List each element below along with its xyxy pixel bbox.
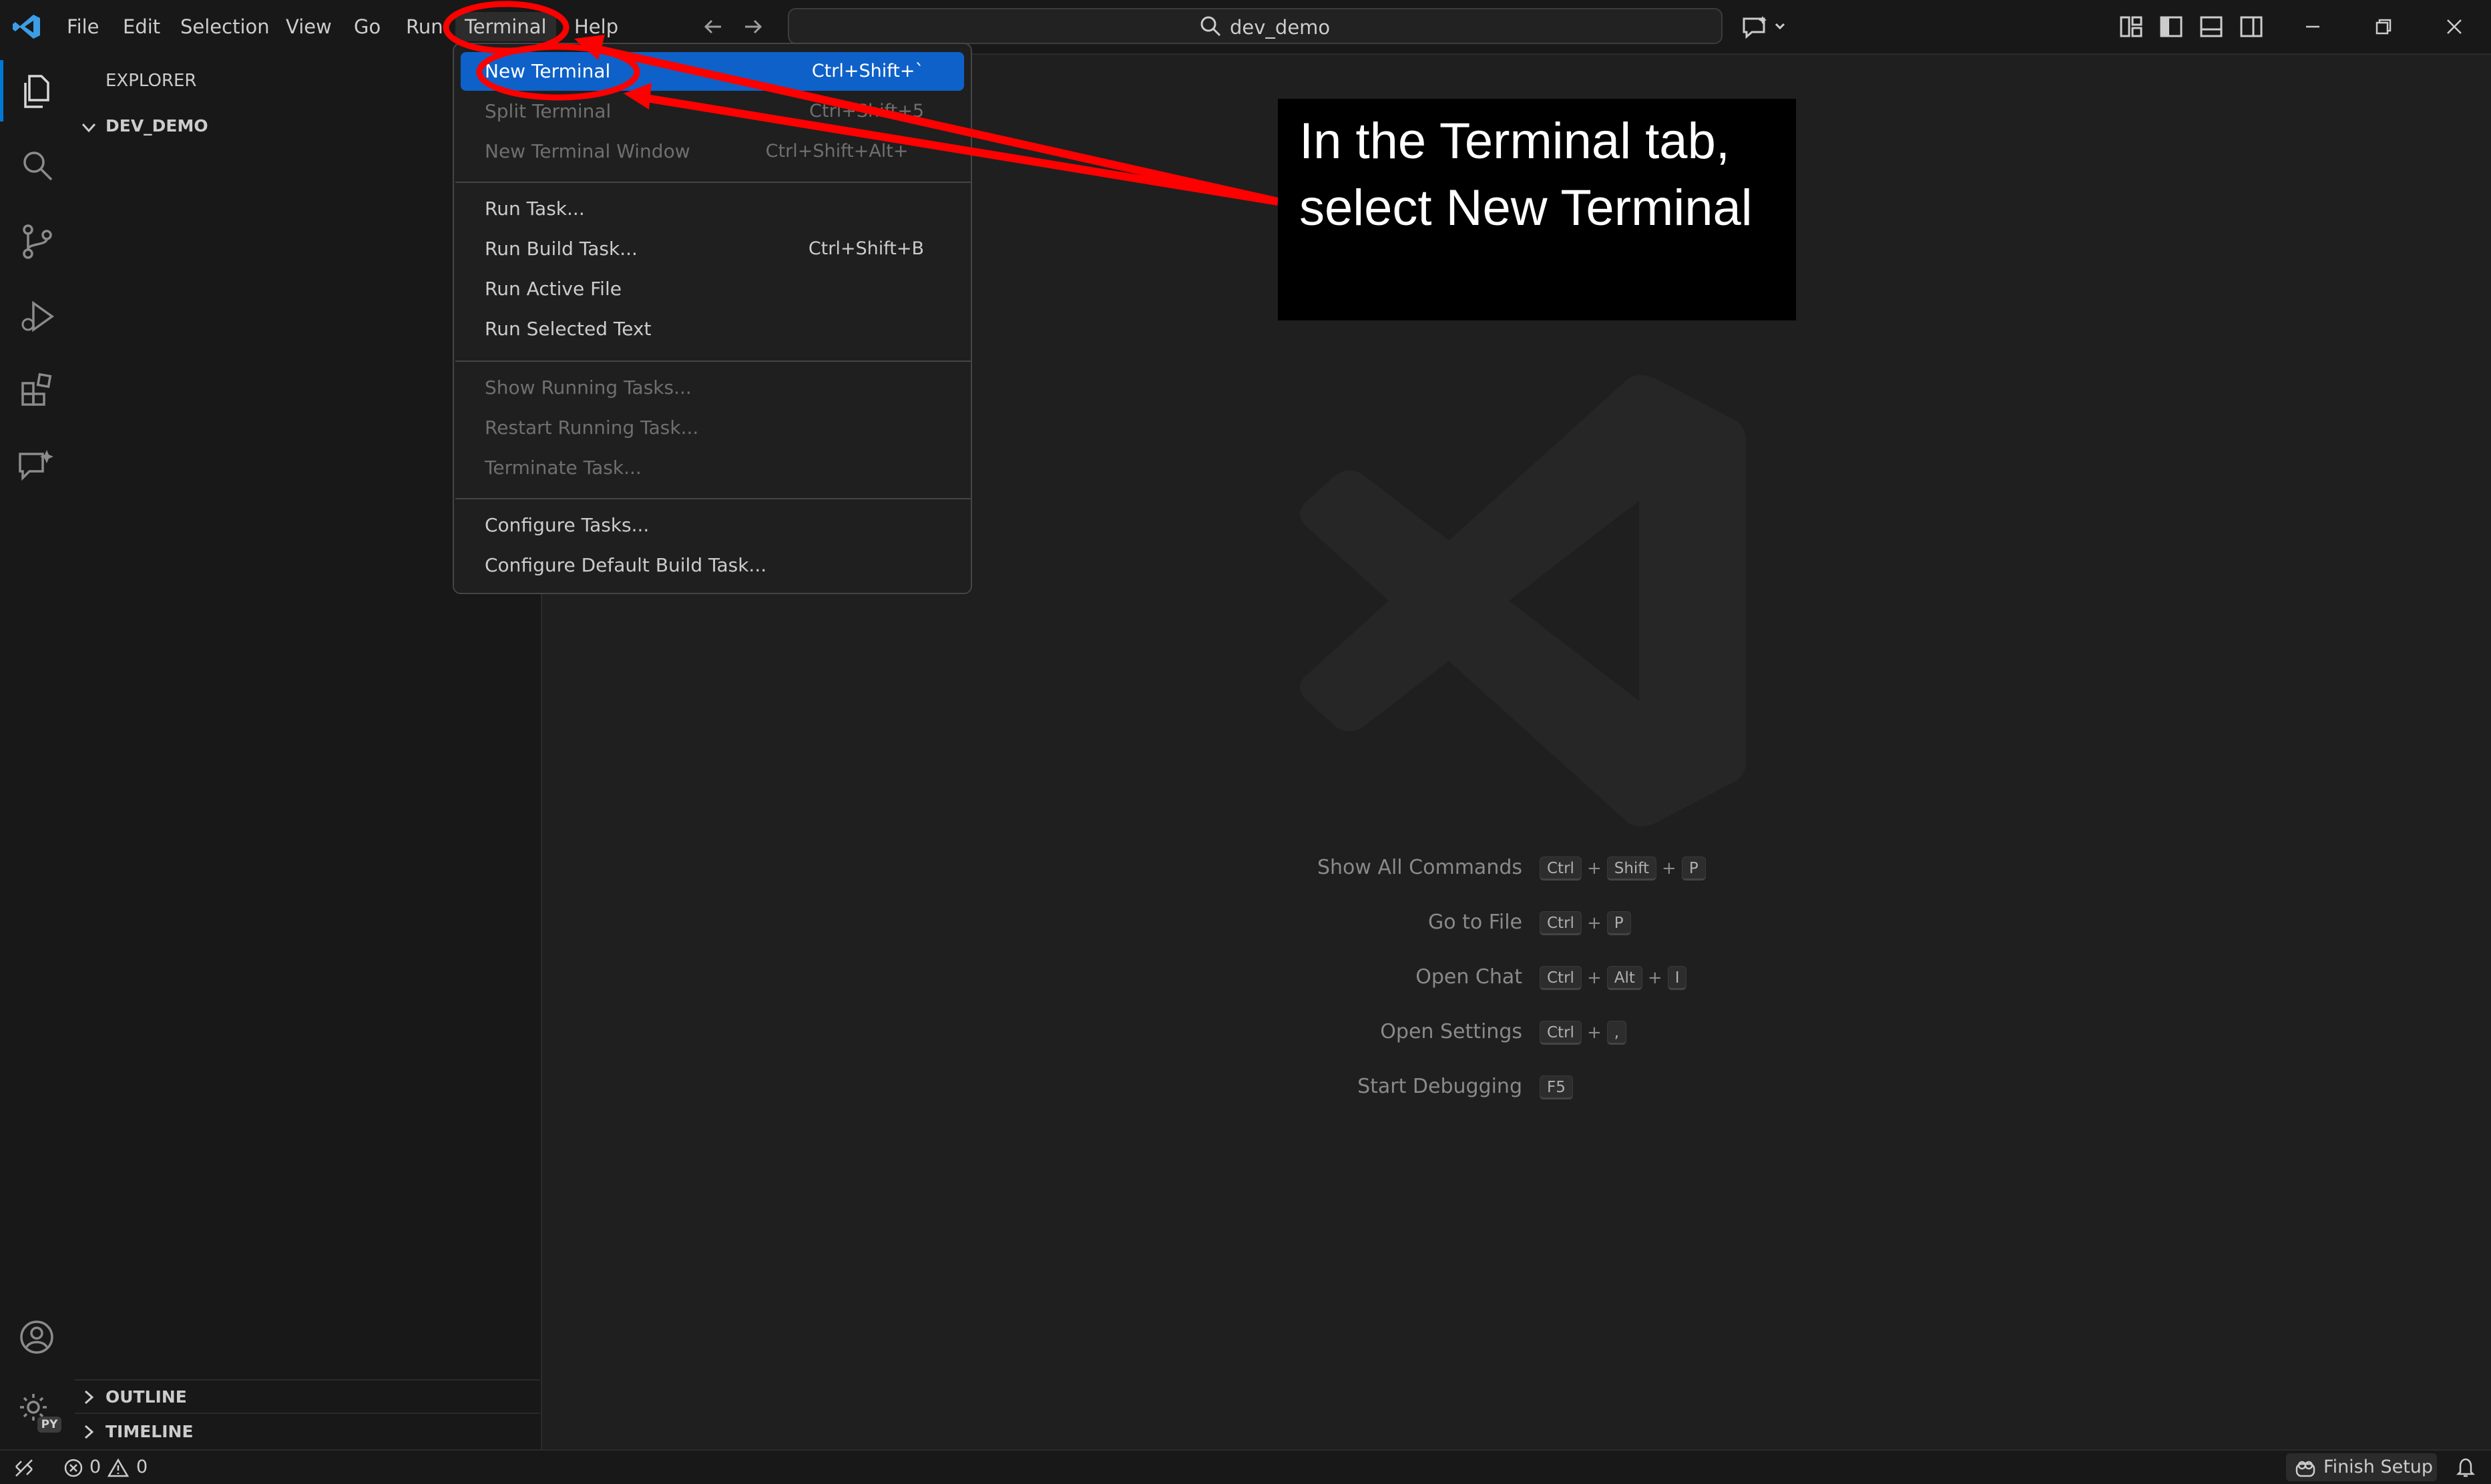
- notifications-bell-icon[interactable]: [2454, 1456, 2477, 1479]
- annotation-circle-terminal-menu: [443, 1, 570, 54]
- annotation-arrow-line: [642, 93, 1279, 206]
- status-bar: 0 0 Finish Setup: [0, 1449, 2491, 1484]
- annotation-overlay: [443, 1, 1279, 206]
- copilot-icon: [2294, 1457, 2317, 1479]
- warning-icon[interactable]: [107, 1457, 130, 1479]
- warning-count[interactable]: 0: [136, 1451, 148, 1484]
- finish-setup-label: Finish Setup: [2323, 1457, 2434, 1477]
- annotation-arrow-line: [592, 44, 1279, 206]
- annotation-arrows: [443, 1, 1279, 206]
- error-icon[interactable]: [63, 1457, 84, 1479]
- error-count[interactable]: 0: [89, 1451, 101, 1484]
- remote-icon[interactable]: [12, 1456, 36, 1480]
- annotation-callout-text: In the Terminal tab, select New Terminal: [1299, 113, 1753, 236]
